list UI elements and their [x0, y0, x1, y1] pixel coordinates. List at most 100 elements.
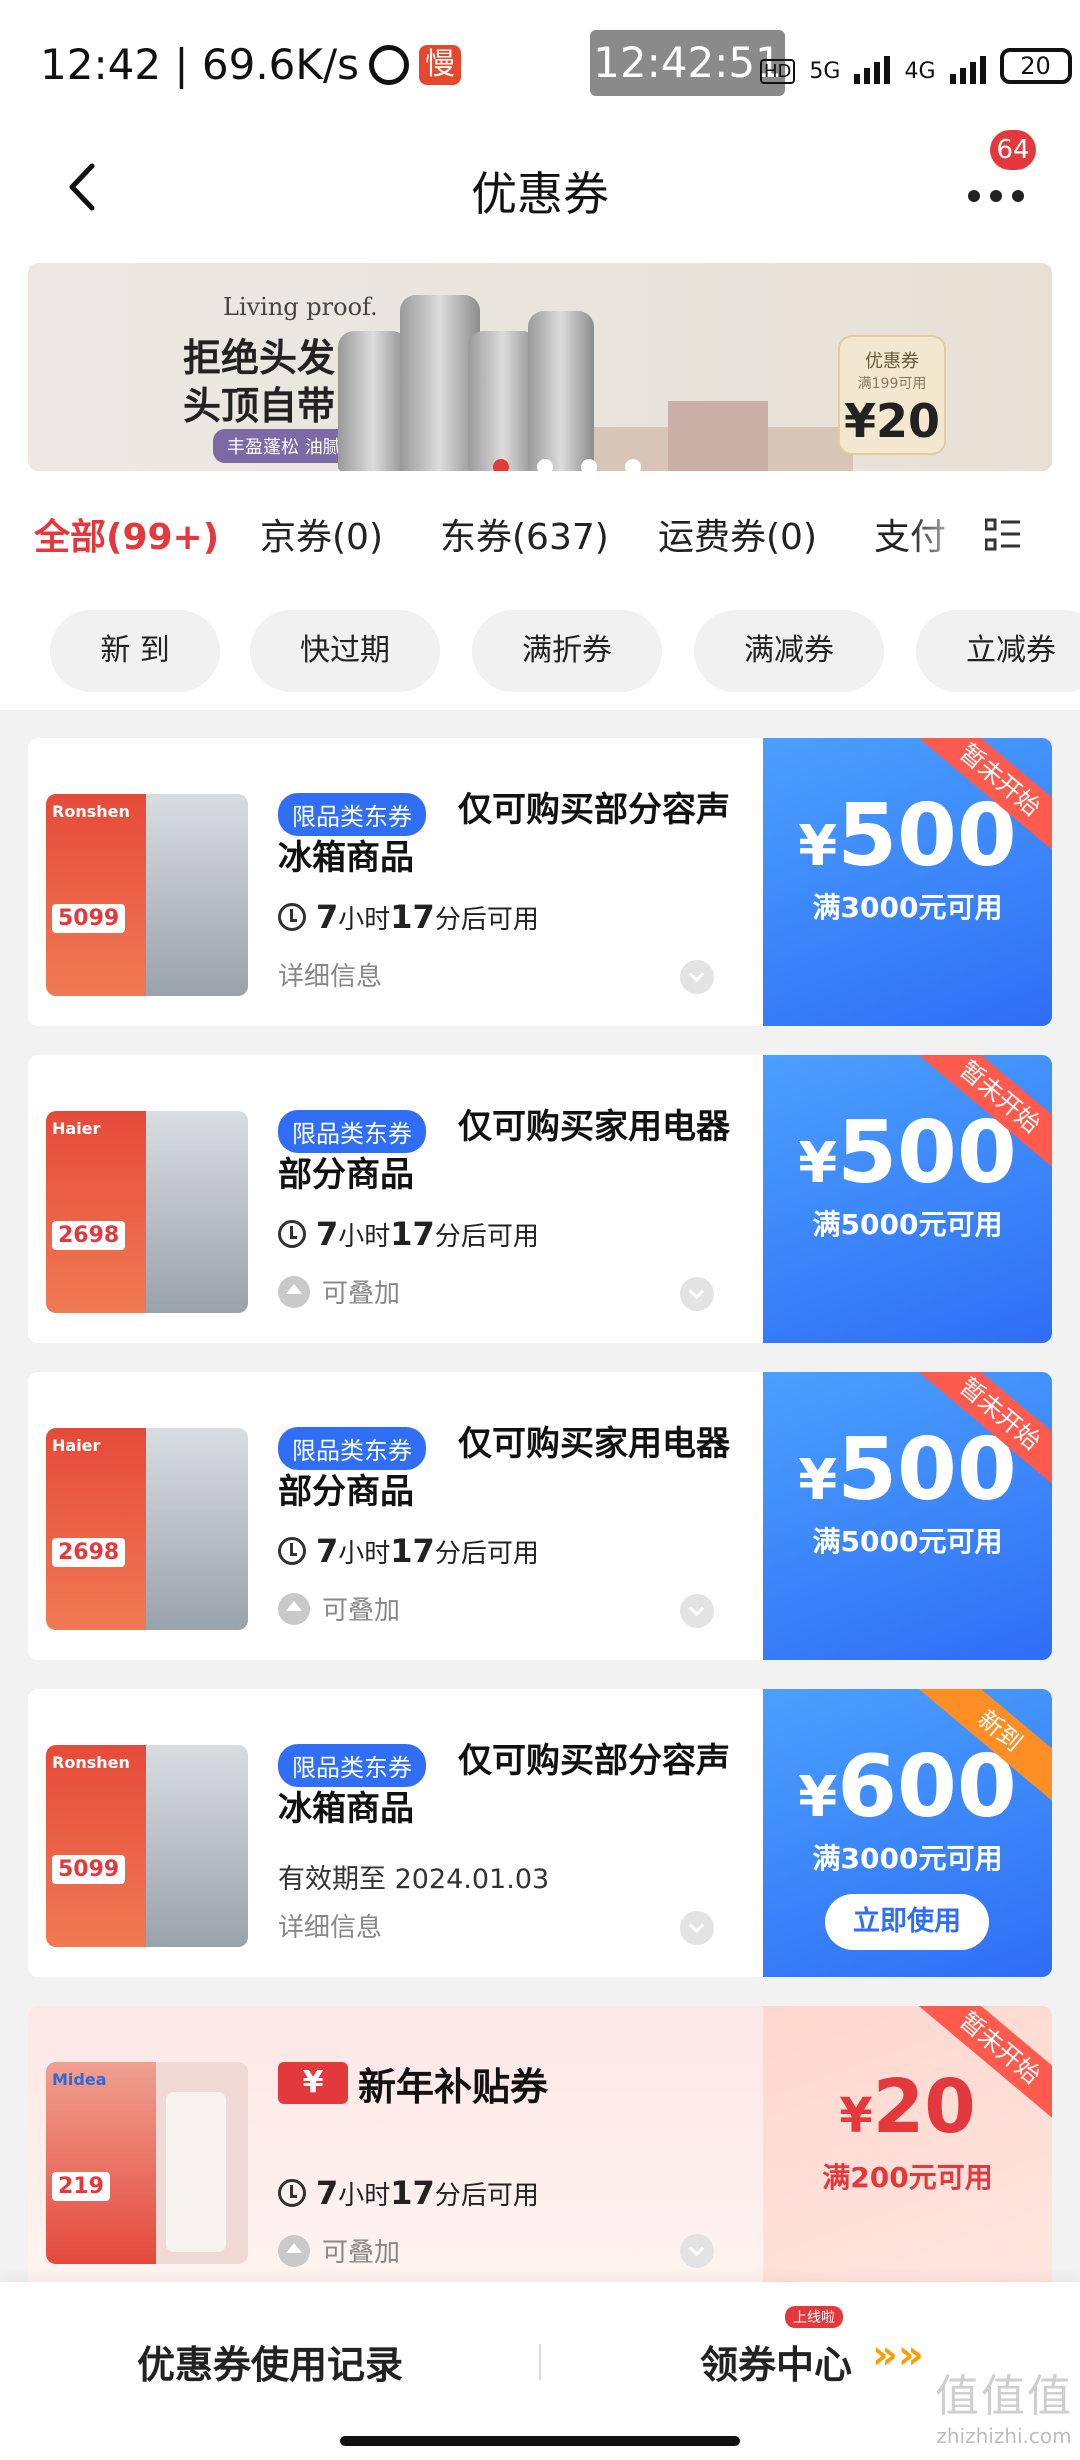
coupon-card[interactable]: Haier 2698 仅可购买家用电器部分商品 限品类东券 7小时17分后可用 …	[28, 1372, 1052, 1660]
stackable-label: 可叠加	[278, 1590, 400, 1627]
list-view-icon[interactable]	[985, 518, 1021, 552]
carousel-dots	[493, 459, 641, 471]
stack-icon	[278, 2234, 310, 2267]
double-chevron-right-icon: »»	[872, 2332, 924, 2378]
signal-icon-2	[949, 56, 986, 84]
carousel-dot[interactable]	[493, 459, 509, 471]
category-badge: 限品类东券	[278, 1110, 426, 1153]
filter-expiring[interactable]: 快过期	[250, 610, 440, 692]
coupon-condition: 满5000元可用	[812, 1525, 1003, 1558]
divider	[539, 2344, 541, 2380]
coupon-card[interactable]: Haier 2698 仅可购买家用电器部分商品 限品类东券 7小时17分后可用 …	[28, 1055, 1052, 1343]
network-indicators: HD 5G 4G 20	[760, 48, 1072, 84]
tabs-fade	[910, 480, 970, 590]
battery-icon: 20	[999, 48, 1072, 84]
category-badge: 限品类东券	[278, 1427, 426, 1470]
coupon-info: Haier 2698 仅可购买家用电器部分商品 限品类东券 7小时17分后可用 …	[28, 1372, 763, 1660]
coupon-amount: 20	[872, 2064, 976, 2150]
coupon-condition: 满5000元可用	[812, 1208, 1003, 1241]
coupon-info: Ronshen 5099 仅可购买部分容声冰箱商品 限品类东券 有效期至 202…	[28, 1689, 763, 1977]
home-indicator[interactable]	[340, 2436, 740, 2446]
carousel-dot[interactable]	[537, 459, 553, 471]
coupon-value: ¥500 满5000元可用 暂未开始	[763, 1055, 1052, 1343]
product-bottle-image	[338, 331, 408, 471]
filter-discount-rate[interactable]: 满折券	[472, 610, 662, 692]
watermark: 值值值 zhizhizhi.com	[935, 2371, 1073, 2448]
chevron-down-icon[interactable]	[680, 2234, 714, 2268]
coupon-card[interactable]: Ronshen 5099 仅可购买部分容声冰箱商品 限品类东券 有效期至 202…	[28, 1689, 1052, 1977]
currency-symbol: ¥	[798, 1448, 838, 1513]
clock-icon	[278, 1537, 306, 1565]
coupon-amount: 500	[837, 1103, 1017, 1203]
status-left: 12:42 | 69.6K/s 慢	[40, 40, 461, 89]
carousel-dot[interactable]	[581, 459, 597, 471]
coupon-info: Ronshen 5099 仅可购买部分容声冰箱商品 限品类东券 7小时17分后可…	[28, 738, 763, 1026]
promo-banner[interactable]: Living proof. 拒绝头发“躺平” 头顶自带“光环” 丰盈蓬松 油腻塌…	[28, 263, 1052, 471]
product-image: Ronshen 5099	[46, 794, 248, 996]
currency-symbol: ¥	[839, 2088, 873, 2144]
tab-shipping-coupon[interactable]: 运费券(0)	[658, 508, 817, 560]
status-time-speed: 12:42 | 69.6K/s	[40, 40, 359, 89]
chevron-down-icon[interactable]	[680, 1594, 714, 1628]
page-header: 优惠券 64	[0, 130, 1080, 250]
signal-icon	[854, 56, 891, 84]
clock-overlay: 12:42:51	[590, 30, 785, 96]
coupon-tabs: 全部(99+) 京券(0) 东券(637) 运费券(0) 支付	[0, 480, 1080, 590]
coupon-amount: 600	[837, 1737, 1017, 1837]
status-bar: 12:42 | 69.6K/s 慢 12:42:51 HD 5G 4G 20	[0, 0, 1080, 130]
coupon-value: ¥500 满3000元可用 暂未开始	[763, 738, 1052, 1026]
detail-link[interactable]: 详细信息	[278, 1907, 382, 1944]
message-count-badge: 64	[990, 130, 1036, 170]
product-bottle-image	[528, 311, 594, 471]
coupon-condition: 满3000元可用	[812, 891, 1003, 924]
usage-history-button[interactable]: 优惠券使用记录	[0, 2334, 540, 2389]
5g-label: 5G	[809, 59, 841, 84]
detail-link[interactable]: 详细信息	[278, 956, 382, 993]
coupon-info: Midea 219 ¥ 新年补贴券 7小时17分后可用 可叠加	[28, 2006, 763, 2294]
more-menu-icon[interactable]	[968, 190, 1024, 202]
use-now-button[interactable]: 立即使用	[825, 1894, 989, 1950]
stackable-label: 可叠加	[278, 2232, 400, 2269]
coupon-card[interactable]: Ronshen 5099 仅可购买部分容声冰箱商品 限品类东券 7小时17分后可…	[28, 738, 1052, 1026]
coupon-value: ¥600 满3000元可用 新到 立即使用	[763, 1689, 1052, 1977]
tab-all[interactable]: 全部(99+)	[34, 508, 219, 560]
chevron-down-icon[interactable]	[680, 1911, 714, 1945]
stackable-label: 可叠加	[278, 1273, 400, 1310]
expiry-date: 有效期至 2024.01.03	[278, 1864, 550, 1895]
tab-dong-coupon[interactable]: 东券(637)	[440, 508, 609, 560]
clock-icon	[278, 1220, 306, 1248]
slow-mode-icon: 慢	[418, 44, 461, 85]
product-image: Haier 2698	[46, 1428, 248, 1630]
stack-icon	[278, 1275, 310, 1308]
filter-new[interactable]: 新 到	[50, 610, 220, 692]
coupon-condition: 满3000元可用	[812, 1842, 1003, 1875]
category-badge: 限品类东券	[278, 793, 426, 836]
banner-pedestal-2	[668, 401, 768, 471]
new-badge: 上线啦	[785, 2306, 843, 2328]
tab-jing-coupon[interactable]: 京券(0)	[260, 508, 383, 560]
clock-icon	[278, 903, 306, 931]
product-image: Haier 2698	[46, 1111, 248, 1313]
coupon-amount: 500	[837, 786, 1017, 886]
coupon-card[interactable]: Midea 219 ¥ 新年补贴券 7小时17分后可用 可叠加 ¥20 满200…	[28, 2006, 1052, 2294]
banner-brand: Living proof.	[223, 293, 378, 321]
coupon-center-button[interactable]: 领券中心	[700, 2334, 852, 2389]
category-badge: 限品类东券	[278, 1744, 426, 1787]
countdown: 7小时17分后可用	[278, 2174, 539, 2212]
banner-section: Living proof. 拒绝头发“躺平” 头顶自带“光环” 丰盈蓬松 油腻塌…	[0, 250, 1080, 480]
currency-symbol: ¥	[798, 1131, 838, 1196]
coupon-amount: 500	[837, 1420, 1017, 1520]
alarm-icon	[368, 44, 409, 85]
filter-instant-discount[interactable]: 立减券	[916, 610, 1080, 692]
filter-chips: 新 到 快过期 满折券 满减券 立减券	[0, 590, 1080, 710]
chevron-down-icon[interactable]	[680, 1277, 714, 1311]
filter-threshold-discount[interactable]: 满减券	[694, 610, 884, 692]
carousel-dot[interactable]	[625, 459, 641, 471]
stack-icon	[278, 1592, 310, 1625]
coupon-condition: 满200元可用	[822, 2161, 993, 2194]
currency-symbol: ¥	[798, 814, 838, 879]
clock-icon	[278, 2179, 306, 2207]
hd-icon: HD	[760, 59, 796, 84]
4g-label: 4G	[904, 59, 936, 84]
chevron-down-icon[interactable]	[680, 960, 714, 994]
